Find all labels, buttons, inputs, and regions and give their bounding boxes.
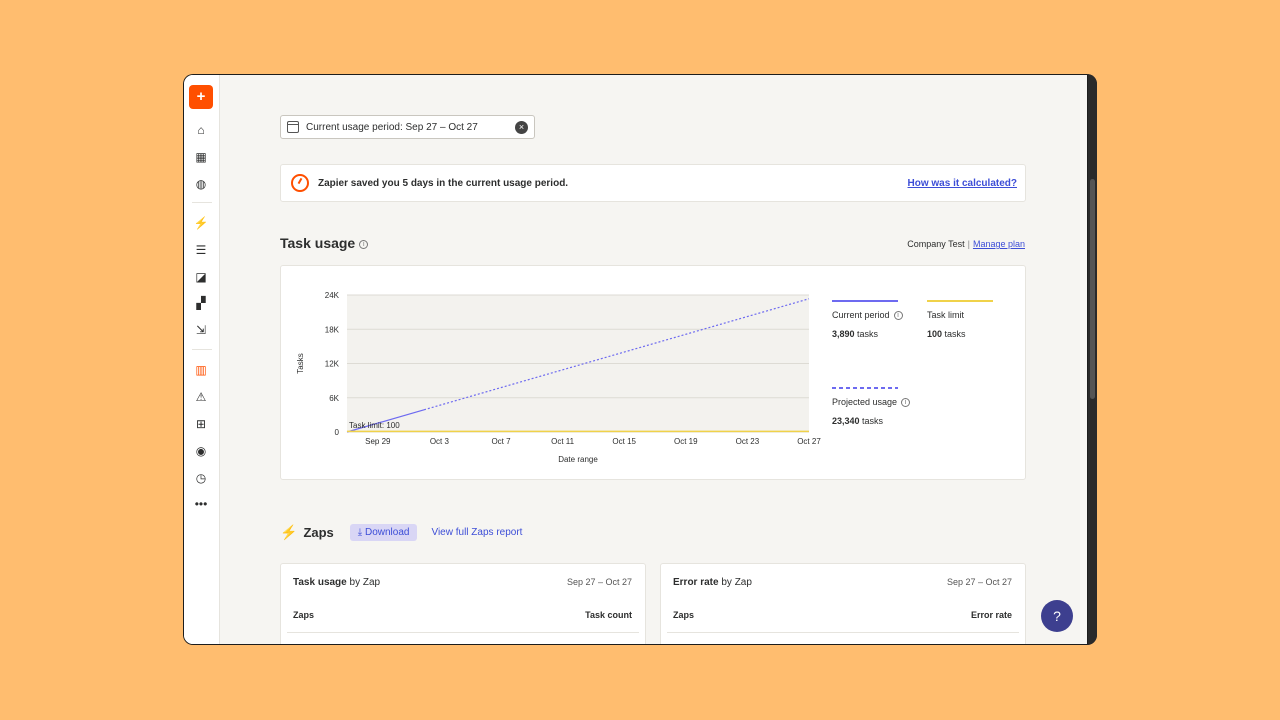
tables-icon[interactable]: ◪ (192, 268, 210, 286)
download-button[interactable]: ⤓ Download (349, 524, 418, 541)
task-usage-by-zap-card: Task usage by Zap Sep 27 – Oct 27 Zaps T… (280, 563, 646, 644)
x-tick-label: Oct 15 (612, 437, 636, 446)
x-tick-label: Oct 23 (736, 437, 760, 446)
legend-unit: tasks (857, 329, 879, 340)
legend-current-period: Current period i 3,890 tasks (832, 300, 903, 339)
y-tick-label: 12K (325, 360, 340, 369)
sidebar-divider (192, 349, 212, 350)
calendar-icon (287, 121, 299, 133)
canvas-icon[interactable]: ▞ (192, 294, 210, 312)
legend-swatch (832, 387, 898, 389)
x-tick-label: Oct 27 (797, 437, 821, 446)
card-title-rest: by Zap (346, 577, 381, 588)
sidebar: + ⌂ ▦ ◍ ⚡ ☰ ◪ ▞ ⇲ ▥ ⚠ ⊞ ◉ ◷ ••• (184, 75, 220, 644)
legend-unit: tasks (944, 329, 966, 339)
dashboard-icon[interactable]: ▦ (192, 148, 210, 166)
scrollbar[interactable] (1088, 74, 1097, 645)
y-tick-label: 0 (335, 428, 340, 437)
app-window: + ⌂ ▦ ◍ ⚡ ☰ ◪ ▞ ⇲ ▥ ⚠ ⊞ ◉ ◷ ••• Current … (183, 74, 1097, 645)
plan-separator: | (967, 239, 970, 249)
legend-unit: tasks (862, 416, 884, 427)
download-label: Download (364, 527, 410, 538)
how-calculated-link[interactable]: How was it calculated? (908, 178, 1017, 189)
x-tick-label: Sep 29 (365, 437, 391, 446)
card-date-range: Sep 27 – Oct 27 (946, 577, 1012, 587)
zaps-section-header: ⚡ Zaps ⤓ Download View full Zaps report (280, 524, 522, 541)
column-header-zaps[interactable]: Zaps (293, 610, 314, 620)
info-icon[interactable]: i (893, 311, 903, 321)
clear-filter-icon[interactable]: × (515, 121, 528, 134)
table-divider (287, 632, 639, 633)
legend-value: 3,890 (832, 329, 855, 340)
task-usage-chart: 0 6K 12K 18K 24K Sep 29 Oct 3 Oct 7 Oct 11 Oct 15… (296, 291, 821, 464)
legend-value: 23,340 (832, 416, 860, 427)
create-button[interactable]: + (189, 85, 213, 109)
home-icon[interactable]: ⌂ (192, 121, 210, 139)
legend-value: 100 (927, 329, 943, 339)
y-tick-label: 18K (325, 325, 340, 334)
column-header-zaps[interactable]: Zaps (673, 610, 694, 620)
error-rate-by-zap-card: Error rate by Zap Sep 27 – Oct 27 Zaps E… (660, 563, 1026, 644)
x-tick-label: Oct 7 (491, 437, 511, 446)
info-icon[interactable]: i (901, 398, 911, 408)
usage-period-filter[interactable]: Current usage period: Sep 27 – Oct 27 × (280, 115, 535, 139)
x-tick-label: Oct 19 (674, 437, 698, 446)
usage-period-label: Current usage period: Sep 27 – Oct 27 (306, 121, 478, 133)
task-usage-chart-card: 0 6K 12K 18K 24K Sep 29 Oct 3 Oct 7 Oct 11 Oct 15… (280, 265, 1026, 480)
zaps-title: Zaps (303, 525, 334, 540)
task-usage-title: Task usage i (280, 235, 369, 251)
table-divider (667, 632, 1019, 633)
alert-icon[interactable]: ⚠ (192, 388, 210, 406)
card-title-bold: Error rate (673, 577, 719, 588)
interfaces-icon[interactable]: ☰ (192, 241, 210, 259)
y-tick-label: 24K (325, 291, 340, 300)
manage-plan-link[interactable]: Manage plan (973, 239, 1025, 249)
help-button[interactable]: ? (1041, 600, 1073, 632)
legend-label: Task limit (927, 310, 965, 320)
scrollbar-thumb[interactable] (1090, 179, 1095, 399)
timer-icon (291, 174, 309, 192)
zap-icon: ⚡ (280, 524, 298, 540)
transfer-icon[interactable]: ⇲ (192, 321, 210, 339)
app-content: + ⌂ ▦ ◍ ⚡ ☰ ◪ ▞ ⇲ ▥ ⚠ ⊞ ◉ ◷ ••• Current … (184, 75, 1087, 644)
view-full-zaps-report-link[interactable]: View full Zaps report (431, 527, 522, 538)
info-icon[interactable]: i (359, 239, 369, 249)
eye-icon[interactable]: ◉ (192, 442, 210, 460)
sidebar-divider (192, 202, 212, 203)
card-title-rest: by Zap (718, 577, 752, 588)
apps-icon[interactable]: ⊞ (192, 415, 210, 433)
history-icon[interactable]: ◷ (192, 469, 210, 487)
card-title-bold: Task usage (293, 577, 347, 588)
plan-info: Company Test | Manage plan (907, 239, 1025, 249)
account-name: Company Test (907, 239, 965, 249)
legend-task-limit: Task limit 100 tasks (927, 300, 993, 339)
legend-projected-usage: Projected usage i 23,340 tasks (832, 387, 911, 427)
legend-label: Current period (832, 310, 890, 320)
task-usage-heading: Task usage (280, 235, 356, 251)
task-limit-annotation: Task limit: 100 (349, 421, 400, 430)
card-date-range: Sep 27 – Oct 27 (566, 577, 632, 587)
x-tick-label: Oct 3 (430, 437, 450, 446)
y-axis-label: Tasks (296, 353, 305, 373)
legend-label: Projected usage (832, 397, 898, 407)
globe-icon[interactable]: ◍ (192, 175, 210, 193)
legend-swatch (832, 300, 898, 302)
usage-icon[interactable]: ▥ (192, 361, 210, 379)
legend-swatch (927, 300, 993, 302)
time-saved-text: Zapier saved you 5 days in the current u… (318, 177, 569, 189)
x-axis-label: Date range (558, 455, 598, 464)
column-header-error-rate[interactable]: Error rate (971, 610, 1012, 620)
zap-icon[interactable]: ⚡ (192, 214, 210, 232)
more-icon[interactable]: ••• (192, 495, 210, 513)
y-tick-label: 6K (329, 394, 339, 403)
x-tick-label: Oct 11 (551, 437, 575, 446)
column-header-task-count[interactable]: Task count (585, 610, 632, 620)
time-saved-banner: Zapier saved you 5 days in the current u… (280, 164, 1026, 202)
